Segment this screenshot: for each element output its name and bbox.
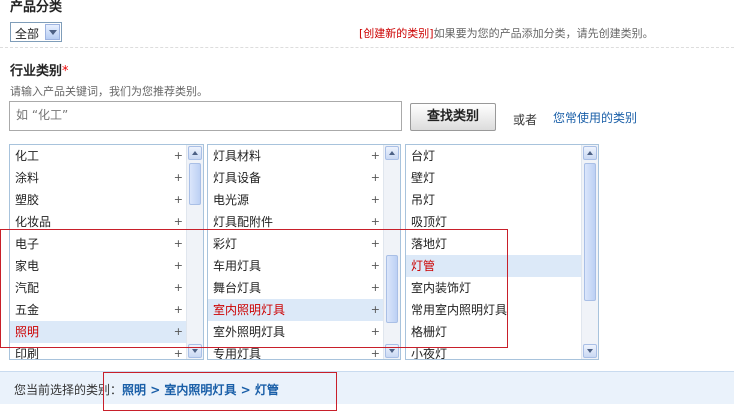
- expand-plus-icon[interactable]: +: [174, 145, 183, 167]
- category-search-input[interactable]: [10, 102, 402, 128]
- category-search-box[interactable]: [9, 101, 402, 131]
- chevron-down-icon[interactable]: [45, 24, 60, 40]
- or-text: 或者: [513, 113, 538, 127]
- list-item-label: 化工: [15, 149, 40, 163]
- list-item-label: 化妆品: [15, 215, 52, 229]
- list-item-label: 专用灯具: [213, 347, 262, 360]
- scroll-up-icon[interactable]: [188, 146, 202, 160]
- industry-hint: 请输入产品关键词，我们为您推荐类别。: [10, 85, 208, 98]
- scroll-thumb[interactable]: [584, 163, 596, 301]
- list-item-label: 吊灯: [411, 193, 436, 207]
- list-item-label: 涂料: [15, 171, 40, 185]
- industry-category-title: 行业类别: [10, 64, 63, 79]
- list-item[interactable]: 台灯: [406, 145, 582, 167]
- create-category-link[interactable]: [创建新的类别]: [359, 27, 434, 40]
- expand-plus-icon[interactable]: +: [371, 167, 380, 189]
- list-item-label: 壁灯: [411, 171, 436, 185]
- product-category-select[interactable]: 全部: [10, 22, 62, 42]
- scroll-up-icon[interactable]: [583, 146, 597, 160]
- list-item[interactable]: 电光源 +: [208, 189, 384, 211]
- list-item-label: 灯具配附件: [213, 215, 274, 229]
- scroll-thumb[interactable]: [189, 163, 201, 205]
- expand-plus-icon[interactable]: +: [174, 167, 183, 189]
- list-item-label: 电光源: [213, 193, 250, 207]
- section-divider: [0, 47, 734, 48]
- highlight-box-columns: [0, 229, 508, 348]
- list-item[interactable]: 壁灯: [406, 167, 582, 189]
- create-category-line: [创建新的类别]如果要为您的产品添加分类，请先创建类别。: [359, 25, 654, 41]
- list-item-label: 灯具设备: [213, 171, 262, 185]
- expand-plus-icon[interactable]: +: [371, 145, 380, 167]
- list-item-label: 塑胶: [15, 193, 40, 207]
- industry-category-heading: 行业类别*: [10, 60, 69, 79]
- list-item-label: 台灯: [411, 149, 436, 163]
- find-category-button[interactable]: 查找类别: [410, 103, 496, 131]
- product-category-select-value: 全部: [15, 27, 40, 41]
- list-item-label: 吸顶灯: [411, 215, 448, 229]
- scrollbar-3[interactable]: [581, 145, 598, 359]
- list-item[interactable]: 灯具设备 +: [208, 167, 384, 189]
- product-category-heading: 产品分类: [10, 0, 63, 15]
- list-item[interactable]: 塑胶 +: [10, 189, 187, 211]
- list-item-label: 小夜灯: [411, 347, 448, 360]
- list-item-label: 灯具材料: [213, 149, 262, 163]
- expand-plus-icon[interactable]: +: [371, 189, 380, 211]
- scroll-up-icon[interactable]: [385, 146, 399, 160]
- list-item[interactable]: 化工 +: [10, 145, 187, 167]
- list-item[interactable]: 灯具材料 +: [208, 145, 384, 167]
- list-item[interactable]: 涂料 +: [10, 167, 187, 189]
- required-mark: *: [62, 64, 69, 79]
- expand-plus-icon[interactable]: +: [174, 189, 183, 211]
- highlight-box-selection: [103, 372, 337, 411]
- list-item-label: 印刷: [15, 347, 40, 360]
- scroll-down-icon[interactable]: [583, 344, 597, 358]
- common-categories-link[interactable]: 您常使用的类别: [553, 109, 637, 126]
- create-category-hint: 如果要为您的产品添加分类，请先创建类别。: [433, 27, 654, 40]
- list-item[interactable]: 吊灯: [406, 189, 582, 211]
